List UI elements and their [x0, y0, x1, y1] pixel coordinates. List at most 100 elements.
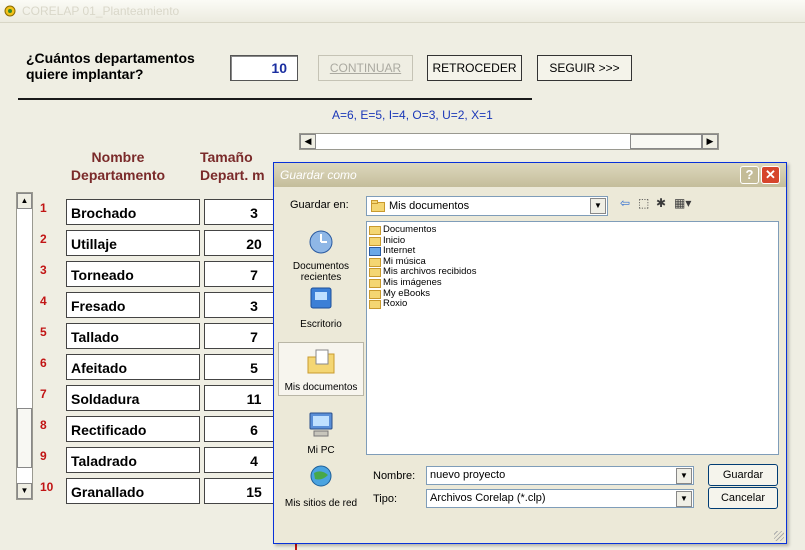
table-row: 5 Tallado 7 [34, 321, 304, 352]
file-name-value: nuevo proyecto [430, 469, 506, 481]
department-name-field[interactable]: Fresado [66, 292, 200, 318]
new-folder-icon[interactable]: ✱ [656, 196, 666, 210]
department-name-field[interactable]: Torneado [66, 261, 200, 287]
column-header-size: Tamaño Depart. m [200, 149, 265, 183]
horizontal-scroll-thumb[interactable] [630, 134, 702, 149]
department-name-field[interactable]: Taladrado [66, 447, 200, 473]
view-menu-icon[interactable]: ▦▾ [674, 196, 691, 210]
table-row: 6 Afeitado 5 [34, 352, 304, 383]
department-name-field[interactable]: Tallado [66, 323, 200, 349]
table-row: 8 Rectificado 6 [34, 414, 304, 445]
department-name-field[interactable]: Brochado [66, 199, 200, 225]
close-icon[interactable]: ✕ [761, 166, 780, 184]
back-arrow-icon[interactable]: ⇦ [620, 196, 630, 210]
vertical-scroll-thumb[interactable] [17, 408, 32, 468]
back-button-label: RETROCEDER [432, 61, 517, 75]
main-title-bar: CORELAP 01_Planteamiento [0, 0, 805, 23]
scroll-down-icon[interactable]: ▼ [17, 483, 32, 499]
file-list[interactable]: Documentos Inicio Internet Mi música Mis… [366, 221, 779, 455]
file-name: Documentos [383, 224, 437, 235]
place-label: Mi PC [307, 445, 335, 456]
chevron-down-icon[interactable]: ▼ [676, 491, 692, 507]
file-name: My eBooks [383, 287, 430, 299]
my-computer-icon [309, 412, 333, 437]
next-button-label: SEGUIR >>> [549, 61, 620, 75]
place-label: Escritorio [300, 319, 342, 330]
file-type-select[interactable]: Archivos Corelap (*.clp) ▼ [426, 489, 694, 508]
place-my-documents[interactable]: Mis documentos [278, 342, 364, 396]
continue-button[interactable]: CONTINUAR [318, 55, 413, 81]
file-name: Mi música [383, 255, 426, 267]
file-name: Inicio [383, 234, 406, 246]
department-list: 1 Brochado 3 2 Utillaje 20 3 Torneado 7 4 Fresa… [34, 197, 304, 507]
place-label: Mis documentos [284, 382, 358, 393]
department-name-field[interactable]: Rectificado [66, 416, 200, 442]
place-my-computer[interactable]: Mi PC [278, 410, 364, 456]
row-number: 7 [40, 387, 47, 401]
place-label: Documentos recientes [292, 261, 350, 283]
list-item[interactable]: Documentos [367, 224, 778, 236]
column-header-name: Nombre Departamento [70, 149, 166, 183]
department-name-field[interactable]: Soldadura [66, 385, 200, 411]
department-name-field[interactable]: Granallado [66, 478, 200, 504]
back-button[interactable]: RETROCEDER [427, 55, 522, 81]
row-number: 4 [40, 294, 47, 308]
file-name: Internet [383, 245, 416, 257]
question-label: ¿Cuántos departamentos quiere implantar? [26, 50, 195, 82]
next-button[interactable]: SEGUIR >>> [537, 55, 632, 81]
file-name-input[interactable]: nuevo proyecto ▼ [426, 466, 694, 485]
save-button[interactable]: Guardar [708, 464, 778, 486]
table-row: 7 Soldadura 11 [34, 383, 304, 414]
header-divider [18, 98, 532, 100]
table-row: 1 Brochado 3 [34, 197, 304, 228]
folder-icon [371, 200, 385, 212]
list-item[interactable]: Internet [367, 245, 778, 257]
department-name-field[interactable]: Utillaje [66, 230, 200, 256]
save-in-dropdown[interactable]: Mis documentos ▼ [366, 196, 608, 216]
table-row: 4 Fresado 3 [34, 290, 304, 321]
dialog-title-bar[interactable]: Guardar como ? ✕ [274, 163, 786, 187]
vertical-scrollbar[interactable]: ▲ ▼ [16, 192, 33, 500]
scroll-left-icon[interactable]: ◀ [300, 134, 316, 149]
chevron-down-icon[interactable]: ▼ [590, 198, 606, 214]
list-item[interactable]: Inicio [367, 234, 778, 247]
file-type-label: Tipo: [373, 493, 398, 505]
file-name: Mis imágenes [383, 276, 442, 288]
app-gear-icon [4, 5, 16, 17]
list-item[interactable]: My eBooks [367, 287, 778, 300]
place-network[interactable]: Mis sitios de red [278, 463, 364, 509]
pictures-folder-icon [369, 278, 381, 288]
row-number: 2 [40, 232, 47, 246]
save-button-label: Guardar [722, 469, 764, 481]
scroll-right-icon[interactable]: ▶ [702, 134, 718, 149]
folder-icon [369, 300, 381, 310]
department-name-field[interactable]: Afeitado [66, 354, 200, 380]
row-number: 1 [40, 201, 47, 215]
resize-grip-icon[interactable] [774, 531, 784, 541]
row-number: 8 [40, 418, 47, 432]
save-in-value: Mis documentos [389, 200, 470, 212]
file-name-label: Nombre: [373, 470, 416, 482]
help-icon[interactable]: ? [740, 166, 759, 184]
places-bar: Documentos recientes Escritorio Mis docu… [278, 218, 364, 509]
folder-icon [369, 236, 381, 246]
up-folder-icon[interactable]: ⬚ [638, 196, 649, 210]
table-row: 3 Torneado 7 [34, 259, 304, 290]
row-number: 10 [40, 480, 54, 494]
row-number: 9 [40, 449, 47, 463]
chevron-down-icon[interactable]: ▼ [676, 468, 692, 484]
internet-shortcut-icon [369, 247, 381, 257]
table-row: 10 Granallado 15 [34, 476, 304, 507]
main-window-title: CORELAP 01_Planteamiento [22, 4, 180, 18]
horizontal-scrollbar[interactable]: ◀ ▶ [299, 133, 719, 150]
table-row: 9 Taladrado 4 [34, 445, 304, 476]
save-in-label: Guardar en: [290, 199, 349, 211]
cancel-button[interactable]: Cancelar [708, 487, 778, 509]
place-desktop[interactable]: Escritorio [278, 284, 364, 330]
list-item[interactable]: Roxio [367, 298, 778, 310]
department-count-input[interactable]: 10 [230, 55, 298, 81]
table-row: 2 Utillaje 20 [34, 228, 304, 259]
recent-documents-icon [309, 230, 333, 254]
scroll-up-icon[interactable]: ▲ [17, 193, 32, 209]
place-recent-documents[interactable]: Documentos recientes [278, 226, 364, 283]
